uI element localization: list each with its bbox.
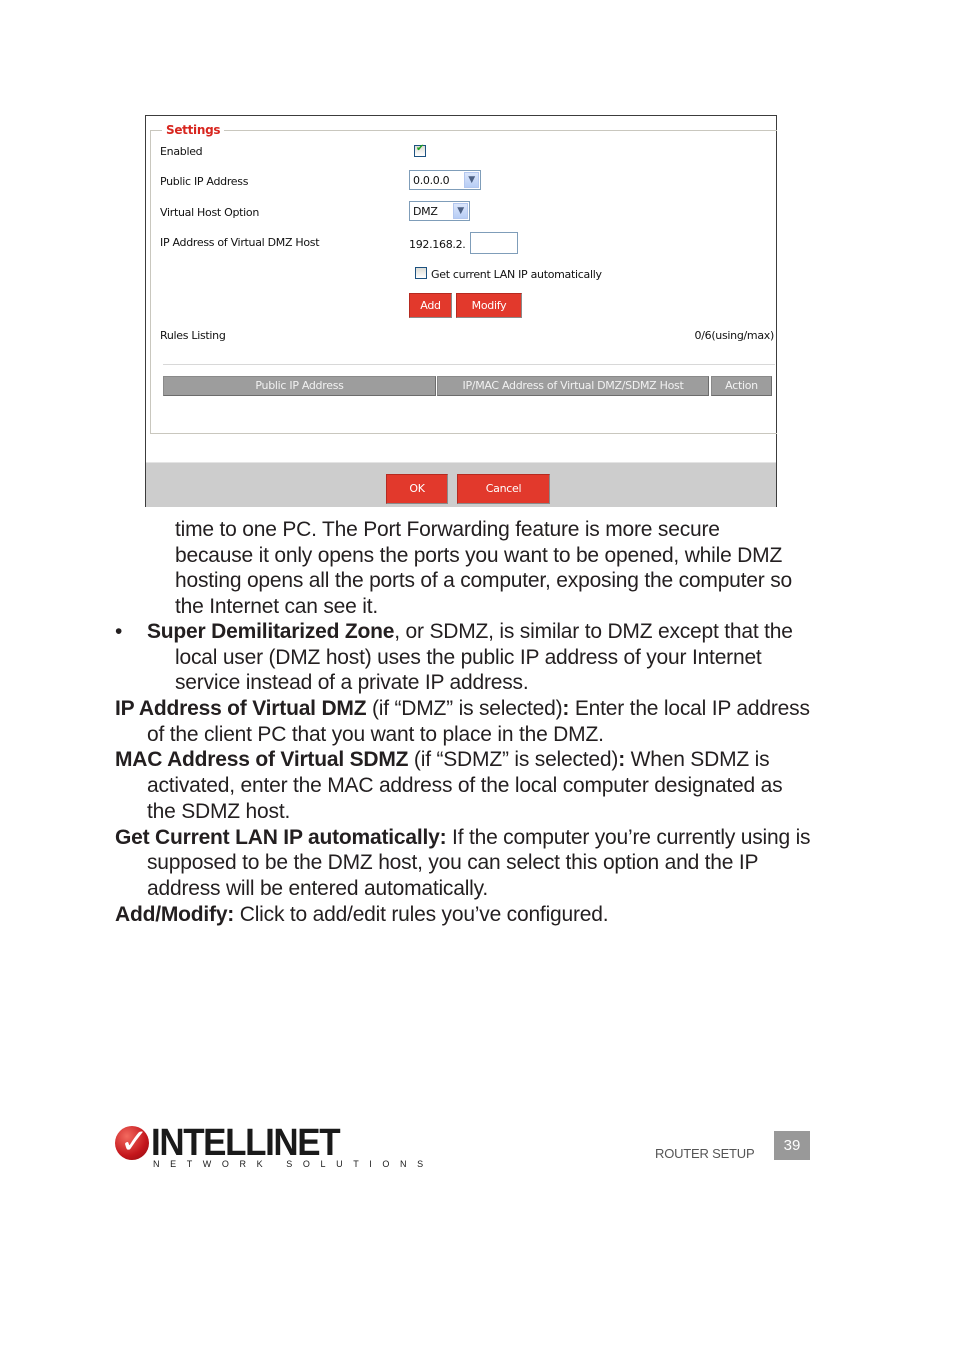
rules-listing-label: Rules Listing [160, 329, 226, 342]
rules-count: 0/6(using/max) [694, 329, 775, 342]
dmz-host-ip-last-octet-input[interactable] [470, 232, 518, 254]
public-ip-label: Public IP Address [160, 175, 249, 188]
definition-colon: : [618, 748, 625, 772]
get-lan-ip-label: Get current LAN IP automatically [431, 268, 602, 281]
definition-term: Add/Modify: [115, 902, 235, 926]
modify-button[interactable]: Modify [456, 293, 522, 318]
cancel-button[interactable]: Cancel [457, 474, 550, 504]
public-ip-selected-value: 0.0.0.0 [413, 174, 450, 187]
chevron-down-icon[interactable]: ▼ [453, 203, 468, 219]
chevron-down-icon[interactable]: ▼ [464, 172, 479, 188]
dmz-host-ip-label: IP Address of Virtual DMZ Host [160, 236, 320, 249]
router-dmz-settings-screenshot: Settings Enabled Public IP Address 0.0.0… [145, 115, 777, 507]
column-header-public-ip: Public IP Address [163, 376, 436, 396]
enabled-label: Enabled [160, 145, 203, 158]
column-header-action: Action [711, 376, 772, 396]
bullet-marker: • [115, 620, 123, 643]
definition-item: Add/Modify: Click to add/edit rules you’… [115, 902, 815, 928]
settings-legend: Settings [162, 123, 225, 137]
virtual-host-option-select[interactable]: DMZ ▼ [409, 201, 470, 221]
continuation-text: time to one PC. The Port Forwarding feat… [175, 518, 792, 619]
virtual-host-option-selected-value: DMZ [413, 205, 438, 218]
add-button[interactable]: Add [409, 293, 452, 318]
definition-term: Get Current LAN IP automatically: [115, 825, 447, 849]
sdmz-bullet: • Super Demilitarized Zone, or SDMZ, is … [115, 619, 815, 696]
definition-item: MAC Address of Virtual SDMZ (if “SDMZ” i… [115, 747, 815, 824]
dialog-footer-bar: OK Cancel [146, 462, 776, 507]
checkmark-logo-icon [115, 1122, 149, 1162]
definition-qualifier: (if “DMZ” is selected) [366, 697, 563, 720]
definition-item: IP Address of Virtual DMZ (if “DMZ” is s… [115, 696, 815, 747]
definition-term: IP Address of Virtual DMZ [115, 697, 367, 720]
page-number: 39 [774, 1131, 810, 1160]
definition-qualifier: (if “SDMZ” is selected) [408, 748, 619, 772]
get-lan-ip-checkbox[interactable] [415, 267, 427, 279]
enabled-checkbox[interactable] [414, 143, 426, 157]
continuation-paragraph: time to one PC. The Port Forwarding feat… [175, 517, 795, 620]
sdmz-term: Super Demilitarized Zone [147, 620, 395, 643]
definition-item: Get Current LAN IP automatically: If the… [115, 825, 815, 902]
definitions-list: IP Address of Virtual DMZ (if “DMZ” is s… [115, 696, 815, 927]
logo-tagline: NETWORK SOLUTIONS [153, 1159, 434, 1169]
definition-term: MAC Address of Virtual SDMZ [115, 748, 409, 772]
column-header-dmz-host: IP/MAC Address of Virtual DMZ/SDMZ Host [437, 376, 709, 396]
dmz-host-ip-prefix: 192.168.2. [409, 238, 466, 251]
definition-text: Click to add/edit rules you’ve configure… [234, 902, 609, 926]
section-title: ROUTER SETUP [655, 1146, 755, 1161]
public-ip-select[interactable]: 0.0.0.0 ▼ [409, 170, 481, 190]
virtual-host-option-label: Virtual Host Option [160, 206, 259, 219]
divider [163, 364, 775, 365]
ok-button[interactable]: OK [386, 474, 448, 504]
